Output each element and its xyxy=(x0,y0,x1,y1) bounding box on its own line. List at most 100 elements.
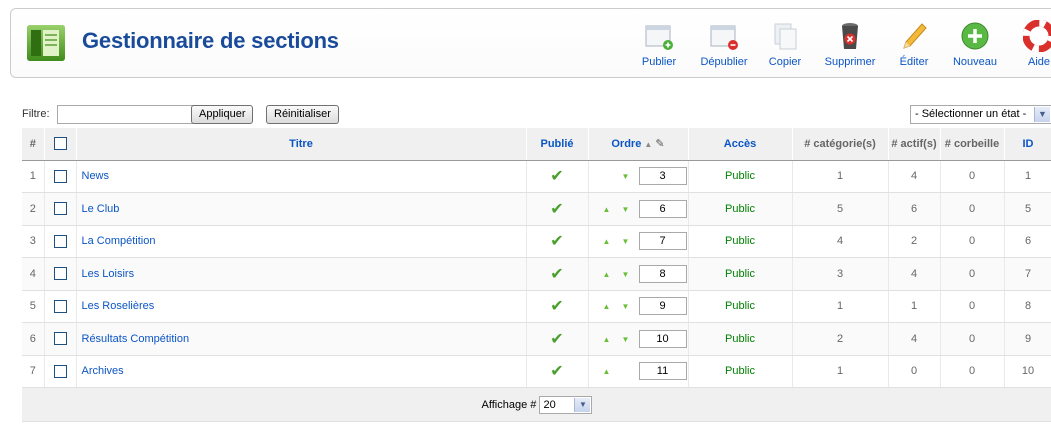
state-select[interactable]: - Sélectionner un état - ▼ xyxy=(910,105,1051,124)
category-count: 2 xyxy=(792,322,889,356)
section-title-link[interactable]: La Compétition xyxy=(76,225,527,258)
row-checkbox[interactable] xyxy=(53,332,67,346)
lifebuoy-icon xyxy=(1023,20,1051,52)
move-up-icon[interactable]: ▲ xyxy=(603,335,611,344)
order-input[interactable] xyxy=(638,264,687,283)
copy-button[interactable]: Copier xyxy=(750,20,820,68)
col-trash: # corbeille xyxy=(940,128,1005,161)
section-title-link[interactable]: Les Loisirs xyxy=(76,257,527,291)
access-link[interactable]: Public xyxy=(688,355,793,388)
display-count-select[interactable]: 20 ▼ xyxy=(539,395,593,414)
move-up-icon[interactable]: ▲ xyxy=(603,302,611,311)
col-categories: # catégorie(s) xyxy=(792,128,889,161)
col-order[interactable]: Ordre ▲ ✎ xyxy=(588,128,689,161)
display-count-value: 20 xyxy=(543,398,556,411)
table-row: 4Les Loisirs✔▲▼Public3407 xyxy=(22,257,1051,291)
trash-count: 0 xyxy=(940,355,1005,388)
col-id[interactable]: ID xyxy=(1004,128,1051,161)
row-select xyxy=(44,225,77,258)
order-input[interactable] xyxy=(638,362,687,381)
active-count: 6 xyxy=(888,192,941,226)
new-button[interactable]: Nouveau xyxy=(940,20,1010,68)
check-icon: ✔ xyxy=(550,330,564,348)
row-number: 3 xyxy=(22,225,45,258)
published-status[interactable]: ✔ xyxy=(526,225,589,258)
publish-button[interactable]: Publier xyxy=(624,20,694,68)
table-row: 3La Compétition✔▲▼Public4206 xyxy=(22,225,1051,258)
order-input[interactable] xyxy=(638,297,687,316)
section-title-link[interactable]: Les Roselières xyxy=(76,290,527,323)
move-up-icon[interactable]: ▲ xyxy=(603,205,611,214)
move-down-icon[interactable]: ▼ xyxy=(622,270,630,279)
apply-button[interactable]: Appliquer xyxy=(191,105,254,124)
access-link[interactable]: Public xyxy=(688,192,793,226)
order-input[interactable] xyxy=(638,232,687,251)
move-down-icon[interactable]: ▼ xyxy=(622,205,630,214)
published-status[interactable]: ✔ xyxy=(526,290,589,323)
row-checkbox[interactable] xyxy=(53,364,67,378)
select-all-checkbox[interactable] xyxy=(53,137,67,151)
col-title[interactable]: Titre xyxy=(76,128,527,161)
move-up-icon[interactable]: ▲ xyxy=(603,237,611,246)
order-input[interactable] xyxy=(638,199,687,218)
move-up-icon[interactable]: ▲ xyxy=(603,367,611,376)
sort-asc-icon: ▲ xyxy=(644,140,653,150)
row-number: 2 xyxy=(22,192,45,226)
published-status[interactable]: ✔ xyxy=(526,322,589,356)
published-status[interactable]: ✔ xyxy=(526,192,589,226)
edit-button[interactable]: Éditer xyxy=(879,20,949,68)
row-checkbox[interactable] xyxy=(53,169,67,183)
row-checkbox[interactable] xyxy=(53,234,67,248)
trash-count: 0 xyxy=(940,192,1005,226)
row-select xyxy=(44,257,77,291)
unpublish-button[interactable]: Dépublier xyxy=(689,20,759,68)
col-published[interactable]: Publié xyxy=(526,128,589,161)
row-checkbox[interactable] xyxy=(53,267,67,281)
order-cell: ▲ ▼ xyxy=(588,290,689,323)
delete-button[interactable]: Supprimer xyxy=(815,20,885,68)
row-checkbox[interactable] xyxy=(53,299,67,313)
order-input[interactable] xyxy=(638,167,687,186)
row-checkbox[interactable] xyxy=(53,202,67,216)
save-order-icon[interactable]: ✎ xyxy=(655,138,664,150)
access-link[interactable]: Public xyxy=(688,160,793,193)
access-link[interactable]: Public xyxy=(688,290,793,323)
move-up-icon[interactable]: ▲ xyxy=(603,270,611,279)
section-title-link[interactable]: Le Club xyxy=(76,192,527,226)
col-select-all xyxy=(44,128,77,161)
reset-button[interactable]: Réinitialiser xyxy=(266,105,339,124)
row-number: 7 xyxy=(22,355,45,388)
move-down-icon[interactable]: ▼ xyxy=(622,172,630,181)
access-link[interactable]: Public xyxy=(688,225,793,258)
section-id: 5 xyxy=(1004,192,1051,226)
check-icon: ✔ xyxy=(550,298,564,316)
access-link[interactable]: Public xyxy=(688,257,793,291)
published-status[interactable]: ✔ xyxy=(526,355,589,388)
unpublish-icon xyxy=(710,25,738,50)
table-row: 1News✔▼Public1401 xyxy=(22,160,1051,193)
check-icon: ✔ xyxy=(550,363,564,381)
row-select xyxy=(44,355,77,388)
section-title-link[interactable]: Résultats Compétition xyxy=(76,322,527,356)
filter-input[interactable] xyxy=(57,105,209,124)
page-title: Gestionnaire de sections xyxy=(82,28,339,53)
move-down-icon[interactable]: ▼ xyxy=(622,237,630,246)
col-access[interactable]: Accès xyxy=(688,128,793,161)
order-input[interactable] xyxy=(638,329,687,348)
display-label: Affichage # xyxy=(481,398,537,411)
chevron-down-icon: ▼ xyxy=(574,397,591,412)
filter-label: Filtre: xyxy=(22,108,50,120)
published-status[interactable]: ✔ xyxy=(526,160,589,193)
access-link[interactable]: Public xyxy=(688,322,793,356)
help-button[interactable]: Aide xyxy=(1004,20,1051,68)
move-down-icon[interactable]: ▼ xyxy=(622,302,630,311)
check-icon: ✔ xyxy=(550,265,564,283)
row-number: 4 xyxy=(22,257,45,291)
pencil-icon xyxy=(903,23,927,49)
section-title-link[interactable]: News xyxy=(76,160,527,193)
row-number: 1 xyxy=(22,160,45,193)
col-active: # actif(s) xyxy=(888,128,941,161)
published-status[interactable]: ✔ xyxy=(526,257,589,291)
move-down-icon[interactable]: ▼ xyxy=(622,335,630,344)
section-title-link[interactable]: Archives xyxy=(76,355,527,388)
